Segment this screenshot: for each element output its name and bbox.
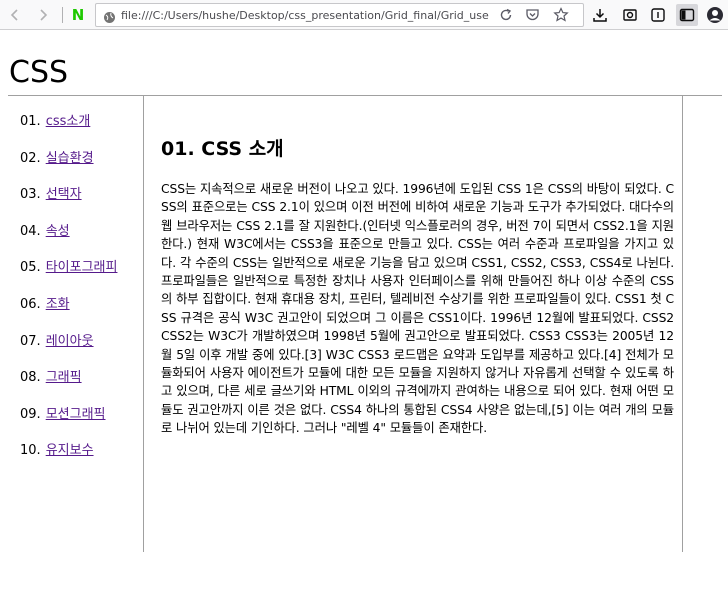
nav-number: 03. bbox=[20, 187, 41, 203]
nav-number: 01. bbox=[20, 114, 41, 129]
sidebar-active-bg bbox=[676, 4, 698, 26]
nav-link-practice-env[interactable]: 실습환경 bbox=[46, 151, 94, 166]
nav-item-06: 06. 조화 bbox=[20, 293, 117, 330]
nav-link-maintenance[interactable]: 유지보수 bbox=[46, 443, 94, 458]
nav-link-graphics[interactable]: 그래픽 bbox=[46, 370, 82, 385]
nav-link-layout[interactable]: 레이아웃 bbox=[46, 334, 94, 349]
nav-item-03: 03. 선택자 bbox=[20, 183, 117, 220]
nav-item-05: 05. 타이포그래피 bbox=[20, 256, 117, 293]
page-title: CSS bbox=[9, 55, 69, 90]
nav-item-04: 04. 속성 bbox=[20, 220, 117, 257]
article-body: CSS는 지속적으로 새로운 버전이 나오고 있다. 1996년에 도입된 CS… bbox=[161, 182, 674, 436]
nav-link-selectors[interactable]: 선택자 bbox=[46, 187, 82, 202]
account-icon[interactable] bbox=[704, 3, 726, 27]
url-bar[interactable]: file:///C:/Users/hushe/Desktop/css_prese… bbox=[95, 3, 584, 27]
forward-icon[interactable] bbox=[32, 3, 54, 27]
nav-item-02: 02. 실습환경 bbox=[20, 147, 117, 184]
naver-icon[interactable]: N bbox=[69, 3, 87, 27]
nav-number: 10. bbox=[20, 443, 41, 459]
naver-logo-letter: N bbox=[71, 5, 85, 24]
reader-view-icon[interactable] bbox=[648, 3, 668, 27]
nav-link-typography[interactable]: 타이포그래피 bbox=[46, 260, 118, 275]
nav-item-09: 09. 모션그래픽 bbox=[20, 403, 117, 440]
toolbar-separator bbox=[62, 7, 63, 23]
sidebar-icon[interactable] bbox=[676, 3, 698, 27]
sidebar-divider bbox=[143, 96, 144, 552]
screenshot-icon[interactable] bbox=[620, 3, 640, 27]
nav-item-01: 01. css소개 bbox=[20, 110, 117, 147]
nav-link-harmony[interactable]: 조화 bbox=[46, 297, 70, 312]
bookmark-star-icon[interactable] bbox=[553, 4, 571, 26]
nav-number: 02. bbox=[20, 150, 41, 166]
nav-link-css-intro[interactable]: css소개 bbox=[46, 114, 91, 129]
nav-link-properties[interactable]: 속성 bbox=[46, 224, 70, 239]
page-icon bbox=[103, 9, 116, 28]
nav-item-08: 08. 그래픽 bbox=[20, 366, 117, 403]
nav-number: 07. bbox=[20, 333, 41, 349]
browser-toolbar: N file:///C:/Users/hushe/Desktop/css_pre… bbox=[0, 0, 728, 30]
download-icon[interactable] bbox=[590, 3, 610, 27]
header-divider bbox=[8, 95, 722, 96]
nav-number: 04. bbox=[20, 223, 41, 239]
back-icon[interactable] bbox=[4, 3, 26, 27]
pocket-icon[interactable] bbox=[525, 4, 543, 26]
nav-item-10: 10. 유지보수 bbox=[20, 439, 117, 476]
nav-item-07: 07. 레이아웃 bbox=[20, 330, 117, 367]
nav-link-motion-graphics[interactable]: 모션그래픽 bbox=[46, 407, 106, 422]
nav-number: 05. bbox=[20, 260, 41, 276]
reload-icon[interactable] bbox=[499, 4, 517, 26]
article-heading: 01. CSS 소개 bbox=[161, 138, 284, 160]
nav-number: 06. bbox=[20, 296, 41, 312]
sidebar-nav: 01. css소개 02. 실습환경 03. 선택자 04. 속성 05. 타이포그래피 … bbox=[20, 110, 117, 476]
content-right-divider bbox=[682, 96, 683, 552]
nav-number: 08. bbox=[20, 370, 41, 386]
nav-number: 09. bbox=[20, 406, 41, 422]
